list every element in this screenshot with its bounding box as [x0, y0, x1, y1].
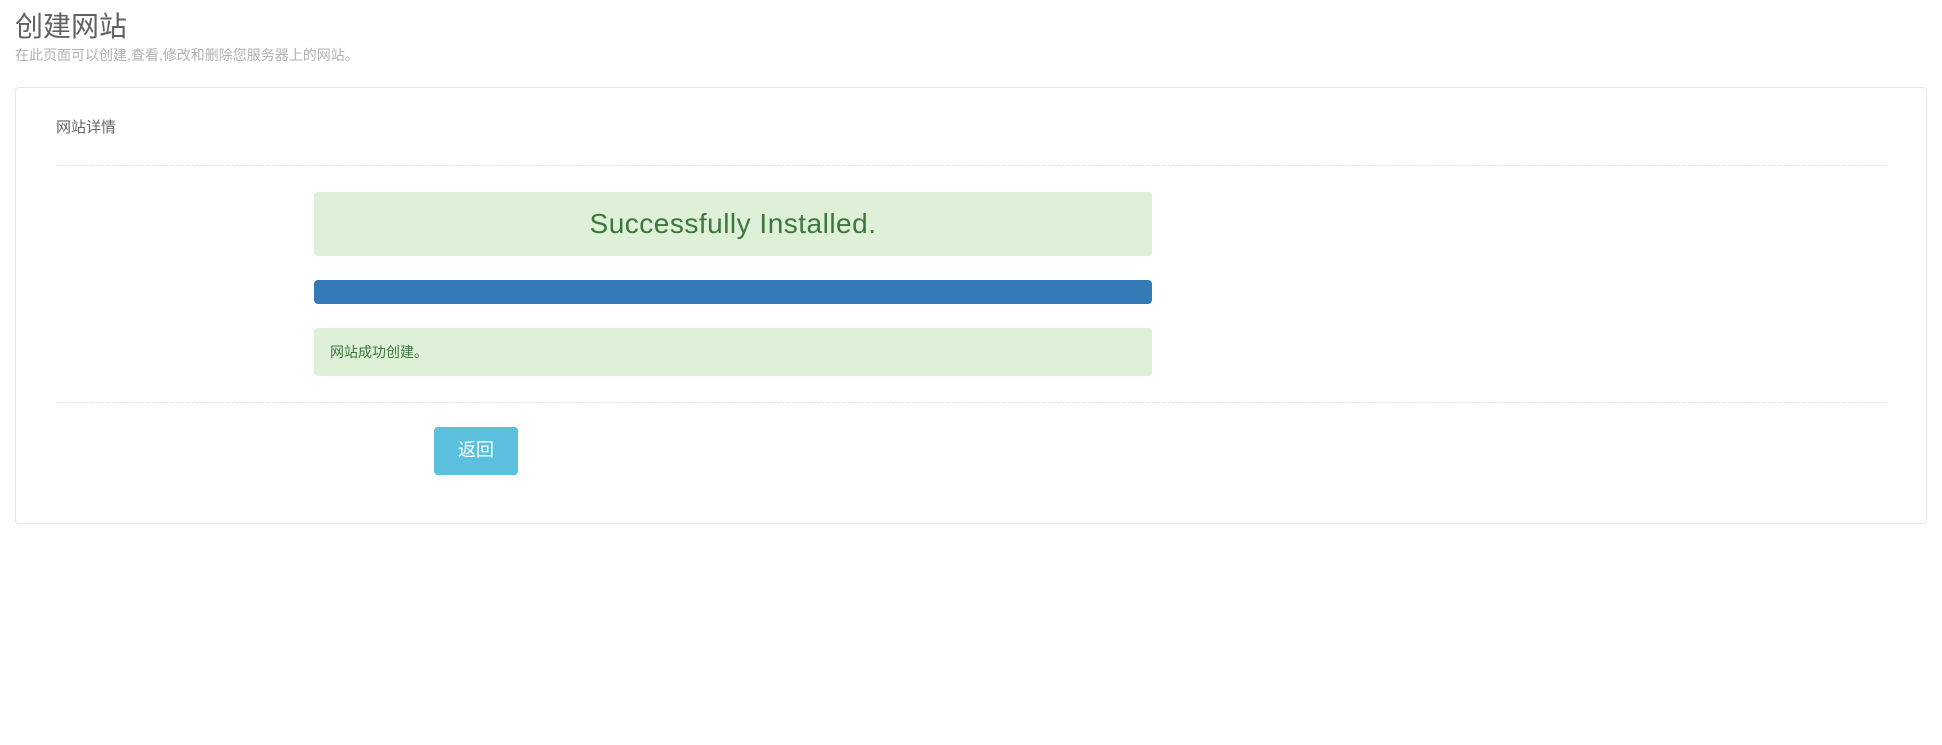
button-row: 返回 — [434, 427, 1886, 474]
content-column: Successfully Installed. 网站成功创建。 — [314, 192, 1152, 376]
create-success-alert: 网站成功创建。 — [314, 328, 1152, 376]
page-title: 创建网站 — [15, 10, 1927, 44]
progress-bar — [314, 280, 1152, 304]
panel-section-title: 网站详情 — [56, 116, 1886, 137]
page-header: 创建网站 在此页面可以创建,查看,修改和删除您服务器上的网站。 — [15, 10, 1927, 65]
divider — [56, 402, 1886, 403]
divider — [56, 165, 1886, 166]
details-panel: 网站详情 Successfully Installed. 网站成功创建。 返回 — [15, 87, 1927, 523]
back-button[interactable]: 返回 — [434, 427, 518, 474]
page-subtitle: 在此页面可以创建,查看,修改和删除您服务器上的网站。 — [15, 46, 1927, 66]
install-status-alert: Successfully Installed. — [314, 192, 1152, 256]
